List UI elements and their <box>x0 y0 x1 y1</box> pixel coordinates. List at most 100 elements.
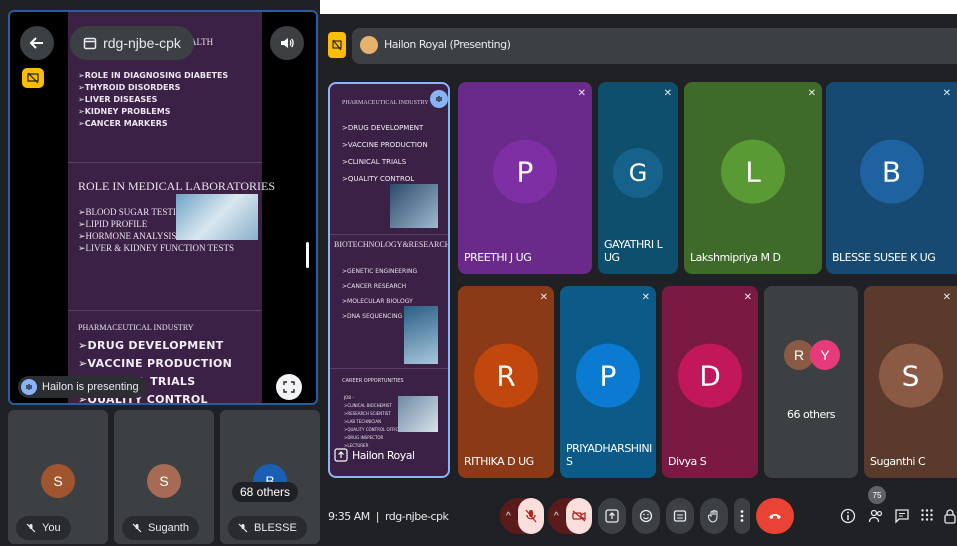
mic-toggle-button[interactable] <box>518 498 544 534</box>
participant-tile[interactable]: S You <box>8 410 108 544</box>
mic-off-icon: ✕ <box>663 88 672 99</box>
avatar: S <box>147 464 181 498</box>
slide-item: ➢LIPID PROFILE <box>78 219 148 229</box>
presentation-name-label: Hailon Royal <box>334 448 415 462</box>
mic-off-icon <box>132 523 142 533</box>
participant-name: You <box>42 522 61 534</box>
participant-name: Suganth <box>148 522 189 534</box>
slide-list-1: >DRUG DEVELOPMENT >VACCINE PRODUCTION >C… <box>342 120 428 188</box>
participant-name-chip: Suganth <box>122 516 199 540</box>
arrow-left-icon <box>29 37 43 49</box>
presentation-tile[interactable]: PHARMACEUTICAL INDUSTRY >DRUG DEVELOPMEN… <box>328 82 450 478</box>
participant-tile[interactable]: D ✕ Divya S <box>662 286 758 478</box>
captions-button[interactable] <box>666 498 694 534</box>
presenting-text: Hailon is presenting <box>42 381 139 393</box>
present-off-badge[interactable] <box>22 68 44 88</box>
slide-pharma-title: PHARMACEUTICAL INDUSTRY <box>78 323 194 332</box>
slide-item: >RESEARCH SCIENTIST <box>344 411 391 416</box>
others-count: 66 others <box>786 408 836 421</box>
mic-off-icon <box>525 509 537 523</box>
phone-presentation-stage[interactable]: HEALTH ➢ROLE IN DIAGNOSING DIABETES ➢THY… <box>8 10 318 405</box>
chat-button[interactable] <box>894 508 910 524</box>
fullscreen-button[interactable] <box>276 374 302 400</box>
participant-tile[interactable]: L ✕ Lakshmipriya M D <box>684 82 822 274</box>
slide-item: >GENETIC ENGINEERING <box>342 268 418 275</box>
participant-name-chip: BLESSE <box>228 516 307 540</box>
participant-name: PRIYADHARSHINI S <box>566 442 652 468</box>
slide-divider <box>330 234 448 235</box>
participant-tile[interactable]: P ✕ PREETHI J UG <box>458 82 592 274</box>
presenter-avatar <box>360 36 378 54</box>
more-options-button[interactable] <box>734 498 750 534</box>
mic-off-icon: ✕ <box>942 88 951 99</box>
present-off-icon <box>332 39 342 51</box>
meeting-code-chip[interactable]: rdg-njbe-cpk <box>70 26 194 60</box>
presentation-name: Hailon Royal <box>352 448 415 462</box>
participant-name: GAYATHRI L UG <box>604 238 663 264</box>
raise-hand-button[interactable] <box>700 498 728 534</box>
lab-photo-image <box>176 194 258 240</box>
reactions-button[interactable] <box>632 498 660 534</box>
avatar: P <box>493 139 557 204</box>
audio-bars-icon <box>430 90 448 108</box>
back-button[interactable] <box>20 26 54 60</box>
lab-photo-image <box>404 306 438 364</box>
slide-item: ➢LIVER & KIDNEY FUNCTION TESTS <box>78 243 235 253</box>
participant-name: Suganthi C <box>870 455 926 468</box>
speaker-icon <box>281 38 294 48</box>
slide-heading: CAREER OPPORTUNITIES <box>342 378 404 384</box>
activities-button[interactable] <box>920 508 934 522</box>
slide-item: ➢CANCER MARKERS <box>78 119 168 128</box>
participant-tile[interactable]: G ✕ GAYATHRI L UG <box>598 82 678 274</box>
participant-tile[interactable]: S ✕ Suganthi C <box>864 286 957 478</box>
participant-name: Lakshmipriya M D <box>690 251 781 264</box>
host-controls-button[interactable] <box>944 508 956 524</box>
captions-icon <box>673 510 687 522</box>
more-vert-icon <box>740 510 744 522</box>
participant-tile[interactable]: P ✕ PRIYADHARSHINI S <box>560 286 656 478</box>
slide-item: >DRUG DEVELOPMENT <box>342 124 424 132</box>
scrollbar-thumb[interactable] <box>306 242 309 268</box>
slide-item: >CANCER RESEARCH <box>342 283 407 290</box>
avatar: D <box>678 343 742 408</box>
presenter-bar-label: Hailon Royal (Presenting) <box>384 38 511 51</box>
meeting-details-button[interactable] <box>840 508 856 524</box>
people-count-badge: 75 <box>868 486 886 504</box>
presenter-bar[interactable]: Hailon Royal (Presenting) <box>352 28 957 64</box>
slide-item: ➢BLOOD SUGAR TESTING <box>78 207 189 217</box>
time: 9:35 AM <box>328 510 370 523</box>
phone-meet-panel: HEALTH ➢ROLE IN DIAGNOSING DIABETES ➢THY… <box>0 0 320 546</box>
participant-tile[interactable]: R ✕ RITHIKA D UG <box>458 286 554 478</box>
participant-name: BLESSE SUSEE K UG <box>832 251 936 264</box>
people-icon <box>868 509 883 523</box>
participant-tile[interactable]: B 68 others BLESSE <box>220 410 320 544</box>
slide-heading: PHARMACEUTICAL INDUSTRY <box>342 100 429 106</box>
factory-photo-image <box>390 184 438 228</box>
slide-item: ➢DRUG DEVELOPMENT <box>78 339 224 352</box>
slide-item: JOB - <box>344 395 354 400</box>
participant-tile[interactable]: B ✕ BLESSE SUSEE K UG <box>826 82 957 274</box>
people-button[interactable] <box>868 508 884 524</box>
participant-tile[interactable]: S Suganth <box>114 410 214 544</box>
leave-call-button[interactable] <box>756 498 794 534</box>
slide-divider <box>330 368 448 369</box>
info-icon <box>840 508 856 524</box>
fullscreen-icon <box>283 381 295 393</box>
present-off-icon <box>27 72 39 84</box>
participant-name: BLESSE <box>254 522 297 534</box>
calendar-icon <box>83 37 97 50</box>
present-button[interactable] <box>598 498 626 534</box>
slide-item: >CLINICAL TRIALS <box>342 158 407 166</box>
others-tile[interactable]: R Y 66 others <box>764 286 858 478</box>
mic-off-icon: ✕ <box>807 88 816 99</box>
speaker-button[interactable] <box>270 26 304 60</box>
avatar: B <box>859 139 924 204</box>
mic-off-icon: ✕ <box>539 292 548 303</box>
phone-slide: HEALTH ➢ROLE IN DIAGNOSING DIABETES ➢THY… <box>68 12 275 403</box>
participant-name: Divya S <box>668 455 707 468</box>
lock-person-icon <box>944 509 956 524</box>
present-off-badge[interactable] <box>328 32 346 58</box>
camera-toggle-button[interactable] <box>566 498 592 534</box>
participant-name: PREETHI J UG <box>464 251 532 264</box>
mic-off-icon: ✕ <box>743 292 752 303</box>
